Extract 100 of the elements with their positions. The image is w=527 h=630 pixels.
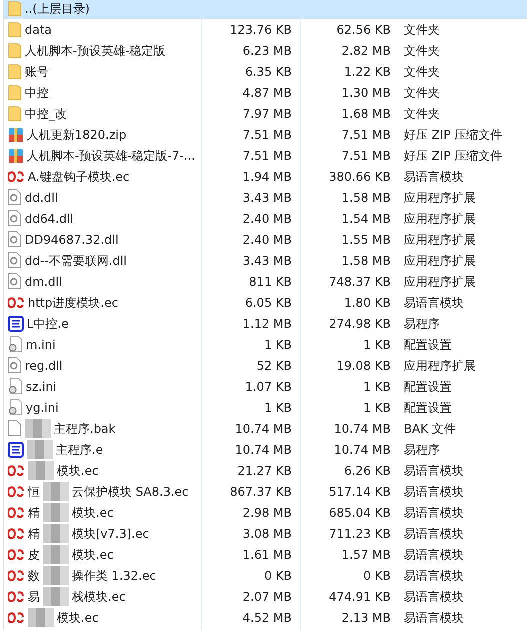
file-type: 易程序 xyxy=(403,442,441,458)
file-type: 易语言模块 xyxy=(403,546,465,562)
packed-size: 7.51 MB xyxy=(340,148,392,164)
file-row[interactable]: 中控 4.87 MB 1.30 MB 文件夹 xyxy=(4,82,527,103)
file-type: 好压 ZIP 压缩文件 xyxy=(403,148,504,164)
file-size: 21.27 KB xyxy=(236,462,293,478)
file-name: dd--不需要联网.dll xyxy=(25,252,127,268)
file-name: 模块.ec xyxy=(57,610,99,626)
file-size: 7.97 MB xyxy=(242,106,293,122)
file-row[interactable]: ..(上层目录) xyxy=(4,0,527,19)
file-row[interactable]: 精 模块.ec 2.98 MB 685.04 KB 易语言模块 xyxy=(4,502,527,523)
file-size: 1 KB xyxy=(263,336,293,352)
file-row[interactable]: http进度模块.ec 6.05 KB 1.80 KB 易语言模块 xyxy=(4,292,527,313)
file-size: 2.40 MB xyxy=(242,232,293,248)
gear-file-icon xyxy=(8,252,22,269)
file-size: 1.94 MB xyxy=(242,168,293,184)
file-row[interactable]: 账号 6.35 KB 1.22 KB 文件夹 xyxy=(4,61,527,82)
file-size: 2.40 MB xyxy=(242,210,293,226)
file-row[interactable]: dd--不需要联网.dll 3.43 MB 1.58 MB 应用程序扩展 xyxy=(4,250,527,271)
file-name: ..(上层目录) xyxy=(25,0,90,16)
file-name: L中控.e xyxy=(27,316,69,332)
program-icon xyxy=(8,316,24,332)
packed-size: 1.80 KB xyxy=(343,294,392,310)
file-type: 易语言模块 xyxy=(403,484,465,500)
file-row[interactable]: 中控_改 7.97 MB 1.68 MB 文件夹 xyxy=(4,103,527,124)
file-name: 精 xyxy=(28,504,40,520)
file-type: 应用程序扩展 xyxy=(403,252,477,268)
file-name: 中控 xyxy=(25,84,49,100)
file-name: yg.ini xyxy=(26,400,59,416)
file-row[interactable]: 易 栈模块.ec 2.07 MB 474.91 KB 易语言模块 xyxy=(4,586,527,607)
file-type: 易语言模块 xyxy=(403,588,465,604)
packed-size: 274.98 KB xyxy=(328,316,392,332)
file-type: 应用程序扩展 xyxy=(403,358,477,374)
file-type: 应用程序扩展 xyxy=(403,190,477,206)
file-row[interactable]: sz.ini 1.07 KB 1 KB 配置设置 xyxy=(4,376,527,397)
packed-size: 10.74 MB xyxy=(333,420,392,436)
file-row[interactable]: dd64.dll 2.40 MB 1.54 MB 应用程序扩展 xyxy=(4,208,527,229)
packed-size: 7.51 MB xyxy=(340,126,392,142)
packed-size: 685.04 KB xyxy=(328,504,392,520)
file-size: 7.51 MB xyxy=(242,148,293,164)
file-row[interactable]: 人机脚本-预设英雄-稳定版-7-... 7.51 MB 7.51 MB 好压 ZIP 压缩文件 xyxy=(4,145,527,166)
file-name: 精 xyxy=(28,526,40,542)
file-name: 易 xyxy=(28,588,40,604)
file-size: 2.98 MB xyxy=(242,504,293,520)
file-name: 皮 xyxy=(28,546,40,562)
file-name: m.ini xyxy=(26,336,56,352)
file-row[interactable]: 精 模块[v7.3].ec 3.08 MB 711.23 KB 易语言模块 xyxy=(4,523,527,544)
packed-size: 6.26 KB xyxy=(343,462,392,478)
packed-size: 1.22 KB xyxy=(343,64,392,80)
file-icon xyxy=(8,420,22,437)
file-size: 1.07 KB xyxy=(244,378,293,394)
file-row[interactable]: DD94687.32.dll 2.40 MB 1.55 MB 应用程序扩展 xyxy=(4,229,527,250)
file-type: 配置设置 xyxy=(403,378,453,394)
program-icon xyxy=(8,442,24,458)
file-size: 1.12 MB xyxy=(242,316,293,332)
file-row[interactable]: 恒 云保护模块 SA8.3.ec 867.37 KB 517.14 KB 易语言模块 xyxy=(4,481,527,502)
packed-size: 380.66 KB xyxy=(328,168,392,184)
file-size: 6.35 KB xyxy=(244,64,293,80)
file-row[interactable]: 人机脚本-预设英雄-稳定版 6.23 MB 2.82 MB 文件夹 xyxy=(4,40,527,61)
file-row[interactable]: 数 操作类 1.32.ec 0 KB 0 KB 易语言模块 xyxy=(4,565,527,586)
file-row[interactable]: 主程序.e 10.74 MB 10.74 MB 易程序 xyxy=(4,439,527,460)
folder-icon xyxy=(8,84,22,100)
file-row[interactable]: 人机更新1820.zip 7.51 MB 7.51 MB 好压 ZIP 压缩文件 xyxy=(4,124,527,145)
file-row[interactable]: yg.ini 1 KB 1 KB 配置设置 xyxy=(4,397,527,418)
packed-size: 748.37 KB xyxy=(328,274,392,290)
packed-size: 1.30 MB xyxy=(340,84,392,100)
file-row[interactable]: dm.dll 811 KB 748.37 KB 应用程序扩展 xyxy=(4,271,527,292)
file-row[interactable]: 模块.ec 21.27 KB 6.26 KB 易语言模块 xyxy=(4,460,527,481)
file-size: 1.61 MB xyxy=(242,546,293,562)
packed-size: 1.54 MB xyxy=(340,210,392,226)
packed-size: 1 KB xyxy=(362,378,392,394)
file-type: 易语言模块 xyxy=(403,294,465,310)
file-row[interactable]: 皮 模块.ec 1.61 MB 1.57 MB 易语言模块 xyxy=(4,544,527,565)
folder-icon xyxy=(8,42,22,58)
file-type: 易程序 xyxy=(403,316,441,332)
file-row[interactable]: A.键盘钩子模块.ec 1.94 MB 380.66 KB 易语言模块 xyxy=(4,166,527,187)
file-size: 10.74 MB xyxy=(234,420,293,436)
file-row[interactable]: reg.dll 52 KB 19.08 KB 应用程序扩展 xyxy=(4,355,527,376)
file-name: 账号 xyxy=(25,64,49,80)
file-type: 文件夹 xyxy=(403,84,441,100)
file-size: 7.51 MB xyxy=(242,126,293,142)
packed-size: 1.58 MB xyxy=(340,190,392,206)
file-size: 6.23 MB xyxy=(242,42,293,58)
packed-size: 1 KB xyxy=(362,336,392,352)
file-row[interactable]: 主程序.bak 10.74 MB 10.74 MB BAK 文件 xyxy=(4,418,527,439)
file-row[interactable]: m.ini 1 KB 1 KB 配置设置 xyxy=(4,334,527,355)
file-row[interactable]: 模块.ec 4.52 MB 2.13 MB 易语言模块 xyxy=(4,607,527,628)
packed-size: 1.57 MB xyxy=(340,546,392,562)
file-type: BAK 文件 xyxy=(403,420,458,436)
file-size: 3.08 MB xyxy=(242,526,293,542)
gear-file-icon xyxy=(8,210,22,227)
file-row[interactable]: L中控.e 1.12 MB 274.98 KB 易程序 xyxy=(4,313,527,334)
file-size: 3.43 MB xyxy=(242,252,293,268)
file-size: 811 KB xyxy=(248,274,293,290)
file-name: 中控_改 xyxy=(25,106,67,122)
file-row[interactable]: data 123.76 KB 62.56 KB 文件夹 xyxy=(4,19,527,40)
file-size: 52 KB xyxy=(256,358,293,374)
file-size: 6.05 KB xyxy=(244,294,293,310)
file-row[interactable]: dd.dll 3.43 MB 1.58 MB 应用程序扩展 xyxy=(4,187,527,208)
file-name: 模块[v7.3].ec xyxy=(72,526,150,542)
